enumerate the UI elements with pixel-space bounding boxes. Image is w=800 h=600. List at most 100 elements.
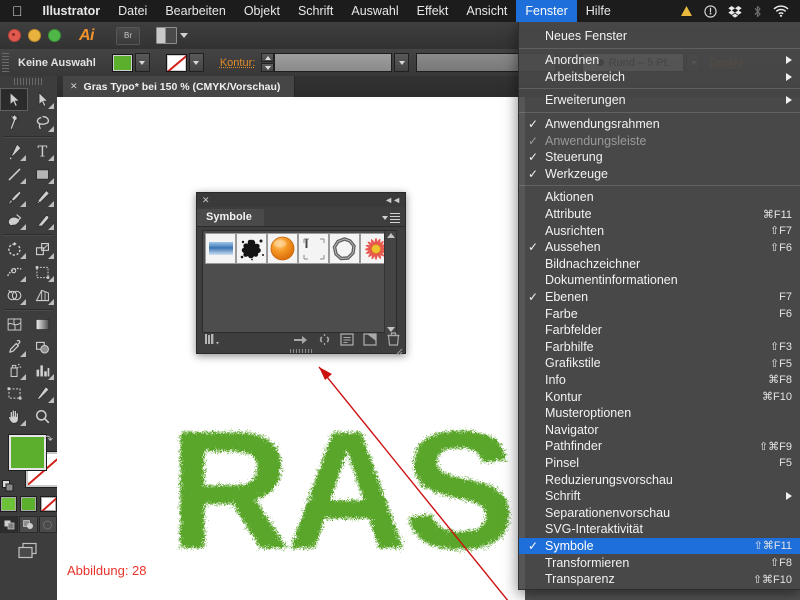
fill-swatch-group[interactable] xyxy=(111,53,150,72)
draw-behind-button[interactable] xyxy=(19,516,38,533)
fill-color-swatch[interactable] xyxy=(111,53,133,72)
stroke-color-swatch[interactable] xyxy=(165,53,187,72)
draw-inside-button[interactable] xyxy=(38,516,57,533)
symbol-grey-ring[interactable] xyxy=(329,233,360,264)
break-link-icon[interactable] xyxy=(313,333,336,346)
scroll-up-icon[interactable] xyxy=(386,233,395,238)
menu-item-steuerung[interactable]: ✓ Steuerung xyxy=(519,149,800,166)
menu-item-aktionen[interactable]: Aktionen xyxy=(519,189,800,206)
stroke-weight-stepper[interactable] xyxy=(261,53,275,72)
artboard-tool[interactable] xyxy=(0,382,28,405)
menu-item-anordnen[interactable]: Anordnen xyxy=(519,52,800,69)
collapse-icon[interactable]: ◄◄ xyxy=(384,195,401,205)
pencil-tool[interactable] xyxy=(28,186,56,209)
slice-tool[interactable] xyxy=(28,382,56,405)
document-tab[interactable]: ✕ Gras Typo* bei 150 % (CMYK/Vorschau) xyxy=(63,76,296,97)
fenster-dropdown-menu[interactable]: Neues Fenster Anordnen Arbeitsbereich Erwei… xyxy=(518,22,800,591)
menu-hilfe[interactable]: Hilfe xyxy=(577,0,620,22)
mesh-tool[interactable] xyxy=(0,313,28,336)
menu-item-symbole[interactable]: ✓ Symbole ⇧⌘F11 xyxy=(519,537,800,555)
menu-item-reduzierungsvorschau[interactable]: Reduzierungsvorschau xyxy=(519,471,800,488)
menu-item-farbhilfe[interactable]: Farbhilfe ⇧F3 xyxy=(519,339,800,356)
symbols-panel[interactable]: ✕ ◄◄ Symbole xyxy=(196,192,406,356)
menu-item-aussehen[interactable]: ✓ Aussehen ⇧F6 xyxy=(519,239,800,256)
eraser-tool[interactable] xyxy=(28,209,56,232)
new-symbol-icon[interactable] xyxy=(359,332,382,346)
menu-item-arbeitsbereich[interactable]: Arbeitsbereich xyxy=(519,69,800,86)
hand-tool[interactable] xyxy=(0,405,28,428)
swap-fill-stroke-icon[interactable]: ↷ xyxy=(44,433,53,446)
free-transform-tool[interactable] xyxy=(28,261,56,284)
paintbrush-tool[interactable] xyxy=(0,186,28,209)
menu-item-info[interactable]: Info ⌘F8 xyxy=(519,372,800,389)
menu-effekt[interactable]: Effekt xyxy=(408,0,458,22)
menu-item-werkzeuge[interactable]: ✓ Werkzeuge xyxy=(519,166,800,183)
bluetooth-icon[interactable] xyxy=(753,5,762,18)
menu-item-navigator[interactable]: Navigator xyxy=(519,421,800,438)
control-bar-gripper[interactable] xyxy=(2,52,9,73)
width-tool[interactable] xyxy=(0,261,28,284)
color-swatch-button[interactable] xyxy=(0,496,17,512)
draw-normal-button[interactable] xyxy=(0,516,19,533)
panel-resize-handle[interactable] xyxy=(395,343,403,356)
symbols-list[interactable] xyxy=(202,230,397,334)
menu-fenster[interactable]: Fenster xyxy=(516,0,577,22)
direct-selection-tool[interactable] xyxy=(28,88,56,111)
menu-item-kontur[interactable]: Kontur ⌘F10 xyxy=(519,388,800,405)
menu-item-attribute[interactable]: Attribute ⌘F11 xyxy=(519,206,800,223)
menu-auswahl[interactable]: Auswahl xyxy=(342,0,407,22)
menu-item-bildnachzeichner[interactable]: Bildnachzeichner xyxy=(519,256,800,273)
menu-item-schrift[interactable]: Schrift xyxy=(519,488,800,505)
place-symbol-instance-icon[interactable] xyxy=(289,333,312,346)
panel-menu-icon[interactable] xyxy=(382,212,400,223)
menu-item-neues-fenster[interactable]: Neues Fenster xyxy=(519,26,800,45)
fill-dropdown-button[interactable] xyxy=(134,53,150,72)
menu-item-ausrichten[interactable]: Ausrichten ⇧F7 xyxy=(519,222,800,239)
pen-tool[interactable] xyxy=(0,140,28,163)
symbol-corner-marks[interactable] xyxy=(298,233,329,264)
gradient-swatch-button[interactable] xyxy=(20,496,37,512)
menu-item-dokumentinformationen[interactable]: Dokumentinformationen xyxy=(519,272,800,289)
apple-icon[interactable]:  xyxy=(0,4,34,18)
menu-item-musteroptionen[interactable]: Musteroptionen xyxy=(519,405,800,422)
bridge-button[interactable]: Br xyxy=(116,26,140,45)
shape-builder-tool[interactable] xyxy=(0,284,28,307)
menu-item-transformieren[interactable]: Transformieren ⇧F8 xyxy=(519,554,800,571)
none-swatch-button[interactable] xyxy=(40,496,57,512)
menu-item-farbfelder[interactable]: Farbfelder xyxy=(519,322,800,339)
line-segment-tool[interactable] xyxy=(0,163,28,186)
type-tool[interactable]: T xyxy=(28,140,56,163)
menu-illustrator[interactable]: Illustrator xyxy=(34,0,110,22)
menu-item-pinsel[interactable]: Pinsel F5 xyxy=(519,455,800,472)
menu-item-svg-interaktivitat[interactable]: SVG-Interaktivität xyxy=(519,521,800,538)
stroke-dropdown-button[interactable] xyxy=(188,53,204,72)
menu-item-erweiterungen[interactable]: Erweiterungen xyxy=(519,92,800,109)
symbol-black-splatter[interactable] xyxy=(236,233,267,264)
symbol-libraries-icon[interactable] xyxy=(197,333,227,346)
symbols-panel-titlebar[interactable]: ✕ ◄◄ xyxy=(197,193,405,207)
menu-item-ebenen[interactable]: ✓ Ebenen F7 xyxy=(519,289,800,306)
dropbox-icon[interactable] xyxy=(728,5,742,18)
perspective-grid-tool[interactable] xyxy=(28,284,56,307)
screen-mode-icon[interactable] xyxy=(16,541,42,566)
menu-bearbeiten[interactable]: Bearbeiten xyxy=(156,0,234,22)
stroke-swatch-group[interactable] xyxy=(165,53,204,72)
selection-tool[interactable] xyxy=(0,88,28,111)
zoom-tool[interactable] xyxy=(28,405,56,428)
menu-datei[interactable]: Datei xyxy=(109,0,156,22)
menu-item-farbe[interactable]: Farbe F6 xyxy=(519,305,800,322)
menu-item-transparenz[interactable]: Transparenz ⇧⌘F10 xyxy=(519,571,800,588)
blend-tool[interactable] xyxy=(28,336,56,359)
menu-item-separationenvorschau[interactable]: Separationenvorschau xyxy=(519,504,800,521)
menu-item-pathfinder[interactable]: Pathfinder ⇧⌘F9 xyxy=(519,438,800,455)
symbol-blue-gradient-bar[interactable] xyxy=(205,233,236,264)
fill-color-box[interactable] xyxy=(9,435,46,470)
menu-objekt[interactable]: Objekt xyxy=(235,0,289,22)
rotate-tool[interactable] xyxy=(0,238,28,261)
menu-ansicht[interactable]: Ansicht xyxy=(457,0,516,22)
eyedropper-tool[interactable] xyxy=(0,336,28,359)
toolbox-gripper[interactable] xyxy=(14,78,43,85)
scale-tool[interactable] xyxy=(28,238,56,261)
clock-icon[interactable] xyxy=(704,4,717,18)
wifi-icon[interactable] xyxy=(773,5,789,17)
